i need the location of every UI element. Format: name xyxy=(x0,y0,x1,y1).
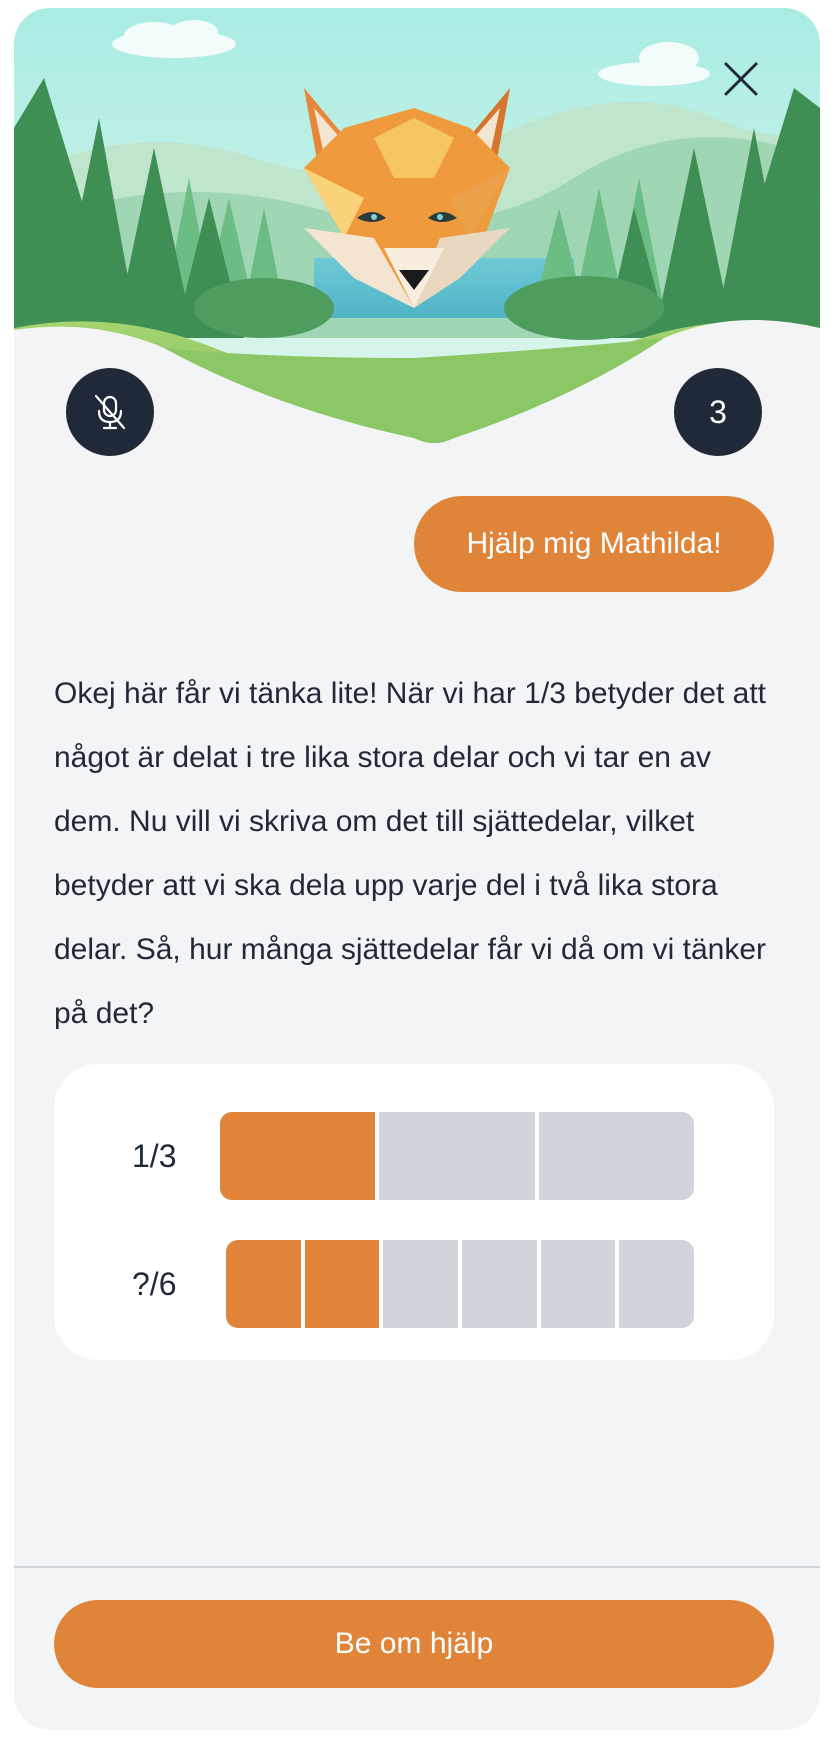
counter-badge: 3 xyxy=(674,368,762,456)
close-icon xyxy=(724,62,758,96)
mic-off-icon xyxy=(94,394,126,430)
fraction-label: ?/6 xyxy=(132,1265,177,1302)
empty-segment xyxy=(540,1240,616,1328)
fraction-bar-sixths xyxy=(226,1240,694,1328)
filled-segment xyxy=(304,1240,380,1328)
fraction-visual-panel: 1/3 ?/6 xyxy=(54,1064,774,1360)
ask-for-help-button[interactable]: Be om hjälp xyxy=(54,1600,774,1688)
fraction-bar-thirds xyxy=(220,1112,694,1200)
fraction-label: 1/3 xyxy=(132,1137,177,1174)
tutor-card: 3 Hjälp mig Mathilda! Okej här får vi tä… xyxy=(14,8,820,1730)
empty-segment xyxy=(619,1240,694,1328)
empty-segment xyxy=(379,1112,535,1200)
help-button-label: Be om hjälp xyxy=(334,1627,494,1660)
mute-microphone-button[interactable] xyxy=(66,368,154,456)
filled-segment xyxy=(220,1112,376,1200)
footer-divider xyxy=(14,1566,820,1568)
filled-segment xyxy=(226,1240,301,1328)
empty-segment xyxy=(538,1112,694,1200)
user-message-bubble: Hjälp mig Mathilda! xyxy=(414,496,774,592)
assistant-message: Okej här får vi tänka lite! När vi har 1… xyxy=(54,677,767,1030)
close-button[interactable] xyxy=(720,58,762,100)
empty-segment xyxy=(383,1240,459,1328)
fraction-row: ?/6 xyxy=(54,1240,774,1328)
user-message-text: Hjälp mig Mathilda! xyxy=(466,527,722,560)
fraction-row: 1/3 xyxy=(54,1112,774,1200)
empty-segment xyxy=(462,1240,537,1328)
counter-value: 3 xyxy=(709,393,727,430)
